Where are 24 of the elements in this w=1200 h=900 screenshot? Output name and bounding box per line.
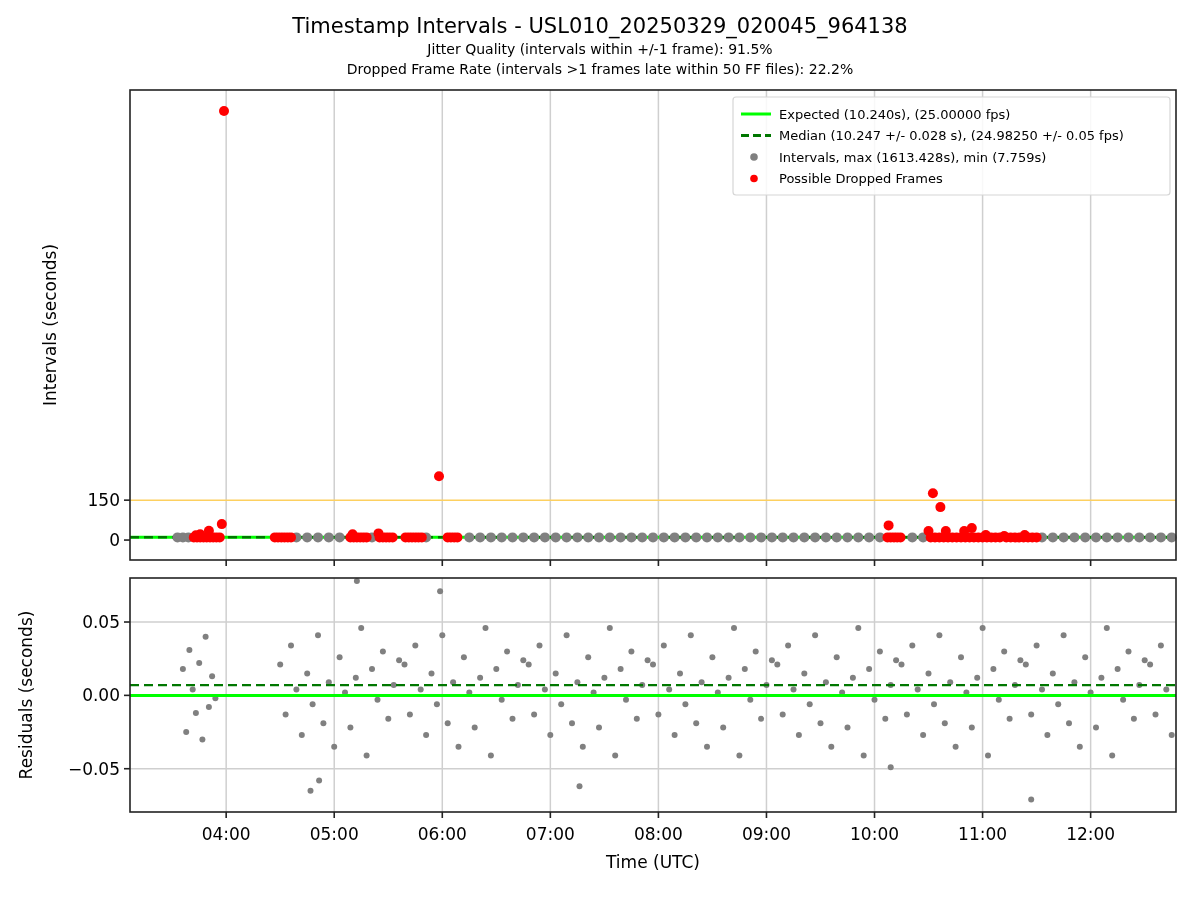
tick-label: 07:00 (525, 824, 575, 844)
legend-label: Intervals, max (1613.428s), min (7.759s) (779, 149, 1047, 165)
legend-label: Expected (10.240s), (25.00000 fps) (779, 106, 1011, 122)
tick-label: 08:00 (633, 824, 683, 844)
tick-label: 04:00 (201, 824, 251, 844)
figure-title: Timestamp Intervals - USL010_20250329_020045_964138 (292, 14, 908, 39)
tick-label: 06:00 (417, 824, 467, 844)
tick-label: 0 (109, 530, 120, 551)
tick-label: −0.05 (67, 758, 120, 779)
tick-label: 150 (87, 490, 120, 511)
tick-label: 11:00 (958, 824, 1008, 844)
tick-label: 10:00 (850, 824, 899, 844)
chart-subtitle: Dropped Frame Rate (intervals >1 frames late within 50 FF files): 22.2% (346, 60, 854, 79)
tick-label: 09:00 (741, 824, 791, 844)
legend-label: Median (10.247 +/- 0.028 s), (24.98250 +/- 0.05 fps) (779, 128, 1124, 143)
axis-label: Intervals (seconds) (40, 243, 60, 407)
axis-label: Time (UTC) (606, 852, 700, 872)
legend-label: Possible Dropped Frames (779, 171, 943, 186)
tick-label: 0.05 (82, 612, 120, 632)
axis-label: Residuals (seconds) (16, 610, 36, 780)
chart-subtitle: Jitter Quality (intervals within +/-1 frame): 91.5% (427, 40, 773, 59)
tick-label: 0.00 (82, 685, 120, 706)
tick-label: 12:00 (1066, 824, 1116, 844)
tick-label: 05:00 (309, 824, 359, 844)
